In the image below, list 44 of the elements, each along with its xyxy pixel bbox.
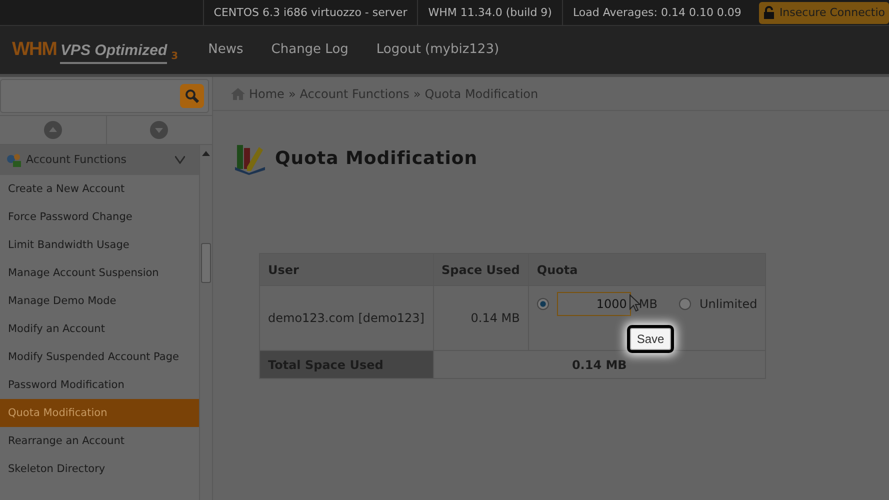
nav-link[interactable]: Logout (mybiz123) <box>376 40 500 60</box>
home-icon <box>231 88 245 100</box>
sidebar-item[interactable]: Manage Account Suspension <box>0 259 199 287</box>
group-label: Account Functions <box>26 152 128 168</box>
column-header: User <box>260 254 433 286</box>
unit-label: MB <box>638 296 658 313</box>
mouse-cursor-icon <box>628 294 641 312</box>
search-button[interactable] <box>180 84 204 108</box>
search-field[interactable] <box>0 79 209 113</box>
sidebar-item[interactable]: Force Password Change <box>0 203 199 231</box>
scrollbar-thumb[interactable] <box>201 243 211 283</box>
sidebar-item[interactable]: Quota Modification <box>0 399 199 427</box>
table-cell: 0.14 MB <box>433 286 528 350</box>
breadcrumb-separator: » <box>413 86 421 102</box>
sidebar-item[interactable]: Modify Suspended Account Page <box>0 343 199 371</box>
sidebar-item[interactable]: Modify an Account <box>0 315 199 343</box>
account-functions-header[interactable]: Account Functions <box>0 145 199 175</box>
breadcrumb-separator: » <box>288 86 296 102</box>
scroll-down-button[interactable] <box>150 121 168 139</box>
sidebar-item[interactable]: Rearrange an Account <box>0 427 199 455</box>
scrollbar-up-arrow[interactable] <box>202 151 210 156</box>
scroll-up-button[interactable] <box>44 121 62 139</box>
column-header: Space Used <box>433 254 528 286</box>
users-icon <box>6 153 22 167</box>
sidebar-item[interactable]: Password Modification <box>0 371 199 399</box>
whm-logo[interactable]: WHM VPS Optimized 3 <box>12 36 178 64</box>
radio-label: Unlimited <box>699 296 758 313</box>
caret-icon <box>175 156 185 164</box>
save-button[interactable]: Save <box>630 328 672 350</box>
sidebar-item[interactable]: Create a New Account <box>0 175 199 203</box>
padlock-icon <box>763 6 776 19</box>
quota-input[interactable]: 1000 <box>556 292 631 316</box>
radio-button[interactable] <box>679 298 692 310</box>
sidebar-item[interactable]: Manage Demo Mode <box>0 287 199 315</box>
nav-link[interactable]: News <box>208 40 244 60</box>
page-title: Quota Modification <box>275 146 478 170</box>
sidebar-item[interactable]: Limit Bandwidth Usage <box>0 231 199 259</box>
radio-button[interactable] <box>536 298 549 310</box>
column-header: Quota <box>528 254 766 286</box>
insecure-connection-badge[interactable]: Insecure Connectio <box>759 2 889 24</box>
total-value: 0.14 MB <box>433 350 766 378</box>
nav-link[interactable]: Change Log <box>271 40 348 60</box>
sidebar-item[interactable]: Skeleton Directory <box>0 455 199 483</box>
search-icon <box>185 89 199 103</box>
